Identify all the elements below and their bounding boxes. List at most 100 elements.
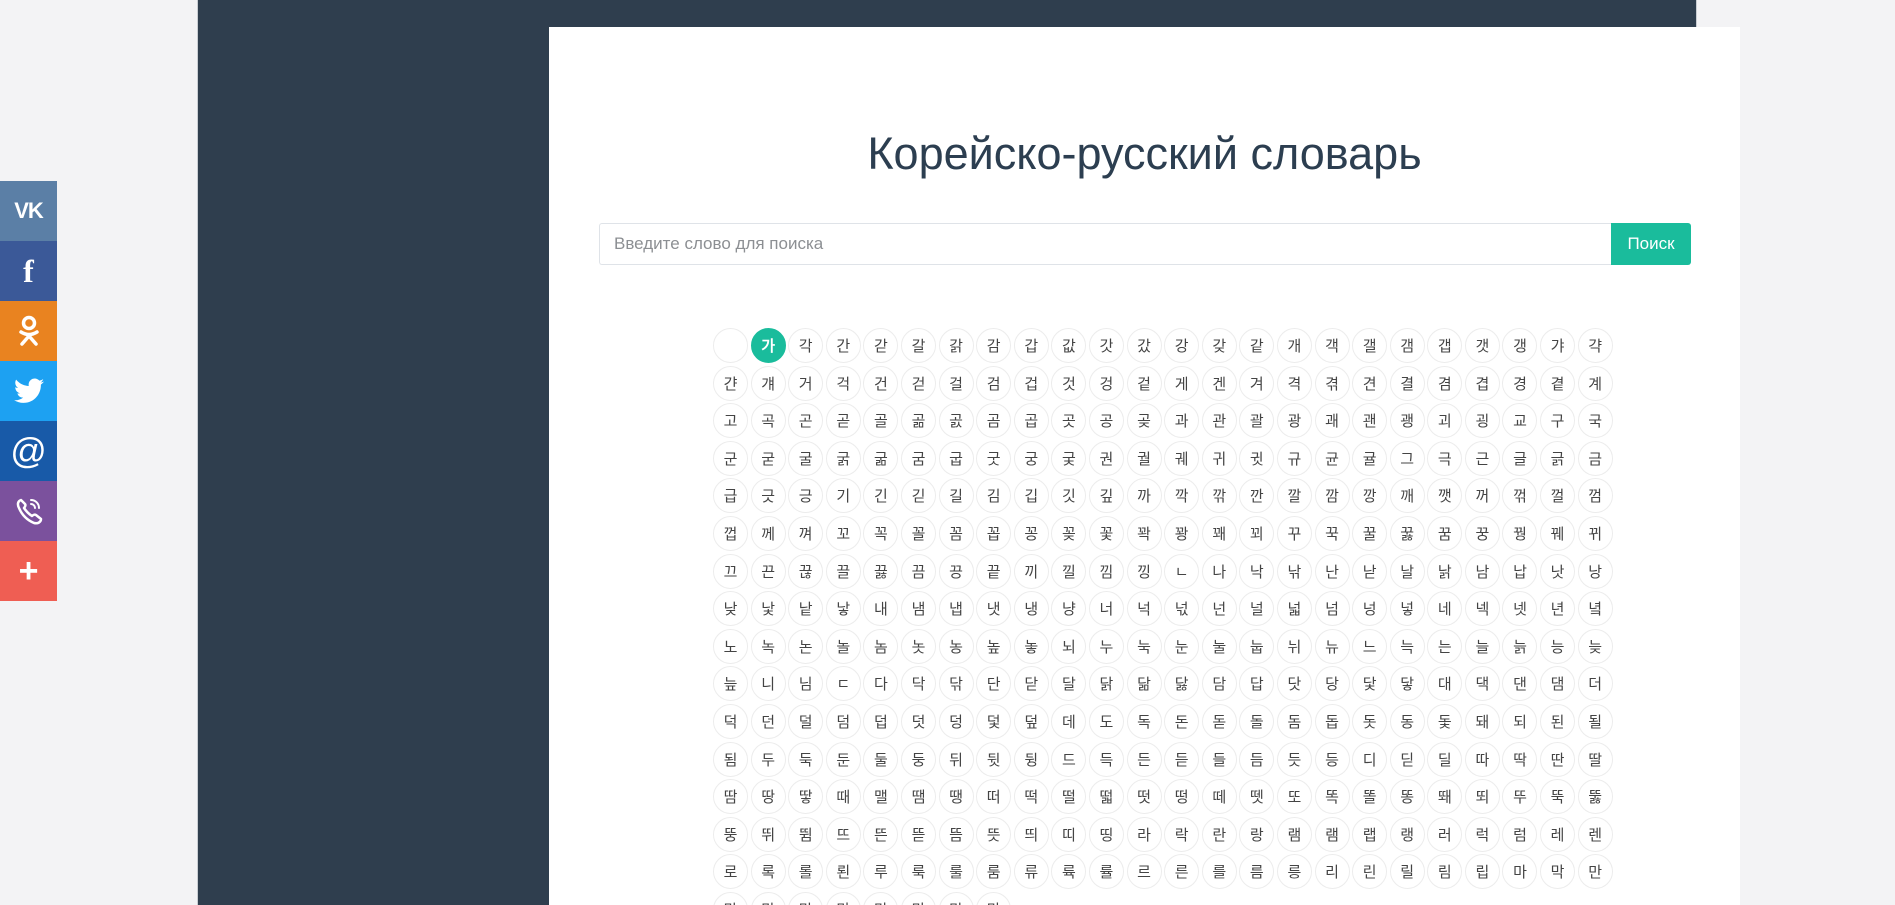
syllable-link[interactable]: 갱 xyxy=(1502,328,1538,363)
syllable-link[interactable]: 디 xyxy=(1352,741,1388,777)
syllable-link[interactable]: 또 xyxy=(1276,779,1312,815)
syllable-link[interactable]: 돛 xyxy=(1427,703,1463,739)
syllable-link[interactable]: 굳 xyxy=(750,440,786,476)
syllable-link[interactable]: 경 xyxy=(1502,365,1538,401)
syllable-link[interactable]: 관 xyxy=(1201,403,1237,439)
syllable-link[interactable]: 껍 xyxy=(713,515,748,551)
syllable-link[interactable]: 괜 xyxy=(1352,403,1388,439)
syllable-link[interactable]: 동 xyxy=(1389,703,1425,739)
syllable-link[interactable]: 막 xyxy=(1540,854,1576,890)
syllable-link[interactable]: 걸 xyxy=(938,365,974,401)
syllable-link[interactable]: 겅 xyxy=(1088,365,1124,401)
syllable-link[interactable]: 곬 xyxy=(938,403,974,439)
syllable-link[interactable]: 갖 xyxy=(1201,328,1237,363)
syllable-link[interactable]: 곧 xyxy=(825,403,861,439)
syllable-link[interactable]: 겨 xyxy=(1239,365,1275,401)
syllable-link[interactable]: 강 xyxy=(1164,328,1200,363)
syllable-link[interactable]: 근 xyxy=(1464,440,1500,476)
syllable-link[interactable]: 납 xyxy=(1502,553,1538,589)
syllable-link[interactable]: 뗏 xyxy=(1239,779,1275,815)
syllable-link[interactable]: 똑 xyxy=(1314,779,1350,815)
syllable-link[interactable]: 눅 xyxy=(1126,628,1162,664)
syllable-link[interactable]: 갬 xyxy=(1389,328,1425,363)
syllable-link[interactable]: 닿 xyxy=(1389,666,1425,702)
syllable-link[interactable]: 댁 xyxy=(1464,666,1500,702)
syllable-link[interactable]: 뚜 xyxy=(1502,779,1538,815)
syllable-link[interactable]: 겸 xyxy=(1427,365,1463,401)
syllable-link[interactable]: ㄷ xyxy=(825,666,861,702)
syllable-link[interactable]: 넝 xyxy=(1352,591,1388,627)
syllable-link[interactable]: 낳 xyxy=(825,591,861,627)
syllable-link[interactable]: 괭 xyxy=(1389,403,1425,439)
syllable-link[interactable]: 규 xyxy=(1276,440,1312,476)
syllable-link[interactable]: 돼 xyxy=(1464,703,1500,739)
syllable-link[interactable]: 똥 xyxy=(1389,779,1425,815)
syllable-link[interactable]: 레 xyxy=(1540,816,1576,852)
syllable-link[interactable]: 각 xyxy=(788,328,824,363)
syllable-link[interactable]: 꽂 xyxy=(1051,515,1087,551)
syllable-link[interactable]: 깎 xyxy=(1201,478,1237,514)
syllable-link[interactable]: 기 xyxy=(825,478,861,514)
syllable-link[interactable]: 단 xyxy=(976,666,1012,702)
search-input[interactable] xyxy=(599,223,1611,265)
syllable-link[interactable]: 말 xyxy=(750,891,786,905)
syllable-link[interactable]: 끊 xyxy=(788,553,824,589)
syllable-link[interactable]: 될 xyxy=(1577,703,1613,739)
syllable-link[interactable]: 뛰 xyxy=(750,816,786,852)
syllable-link[interactable]: 내 xyxy=(863,591,899,627)
syllable-link[interactable]: 덮 xyxy=(1013,703,1049,739)
syllable-link[interactable]: 망 xyxy=(900,891,936,905)
syllable-link[interactable]: 끈 xyxy=(750,553,786,589)
syllable-link[interactable]: 꽉 xyxy=(1126,515,1162,551)
share-button-odnoklassniki[interactable] xyxy=(0,301,57,361)
syllable-link[interactable]: 넷 xyxy=(1502,591,1538,627)
syllable-link[interactable]: 곪 xyxy=(900,403,936,439)
syllable-link[interactable]: 등 xyxy=(1314,741,1350,777)
syllable-link[interactable]: 떡 xyxy=(1013,779,1049,815)
syllable-link[interactable]: 떵 xyxy=(1164,779,1200,815)
syllable-link[interactable]: 넉 xyxy=(1126,591,1162,627)
search-button[interactable]: Поиск xyxy=(1611,223,1691,265)
syllable-link[interactable]: 뢴 xyxy=(825,854,861,890)
syllable-link[interactable]: 과 xyxy=(1164,403,1200,439)
syllable-link[interactable]: 릉 xyxy=(1276,854,1312,890)
syllable-link[interactable]: 랑 xyxy=(1239,816,1275,852)
syllable-link[interactable]: 놀 xyxy=(825,628,861,664)
syllable-link[interactable]: 딜 xyxy=(1427,741,1463,777)
share-button-mail[interactable]: @ xyxy=(0,421,57,481)
syllable-link[interactable]: 냅 xyxy=(938,591,974,627)
syllable-link[interactable]: 꿩 xyxy=(1502,515,1538,551)
syllable-link[interactable]: 닮 xyxy=(1126,666,1162,702)
syllable-link[interactable]: 건 xyxy=(863,365,899,401)
syllable-link[interactable]: 닻 xyxy=(1352,666,1388,702)
syllable-link[interactable]: 곶 xyxy=(1126,403,1162,439)
syllable-link[interactable]: 눈 xyxy=(1164,628,1200,664)
syllable-link[interactable]: 뜨 xyxy=(825,816,861,852)
syllable-link[interactable]: 낙 xyxy=(1239,553,1275,589)
syllable-link[interactable]: 교 xyxy=(1502,403,1538,439)
syllable-link[interactable]: 굽 xyxy=(938,440,974,476)
syllable-link[interactable]: 껴 xyxy=(788,515,824,551)
syllable-link[interactable]: 냉 xyxy=(1013,591,1049,627)
syllable-link[interactable]: 깔 xyxy=(1276,478,1312,514)
syllable-link[interactable]: 균 xyxy=(1314,440,1350,476)
syllable-link[interactable]: 당 xyxy=(1314,666,1350,702)
syllable-link[interactable]: 뜻 xyxy=(976,816,1012,852)
syllable-link[interactable]: 뒤 xyxy=(938,741,974,777)
syllable-link[interactable]: 니 xyxy=(750,666,786,702)
syllable-link[interactable]: 누 xyxy=(1088,628,1124,664)
syllable-link[interactable]: 땡 xyxy=(938,779,974,815)
syllable-link[interactable]: 높 xyxy=(976,628,1012,664)
syllable-link[interactable]: 담 xyxy=(1201,666,1237,702)
syllable-link[interactable] xyxy=(713,328,748,363)
syllable-link[interactable]: 긷 xyxy=(900,478,936,514)
syllable-link[interactable]: 곱 xyxy=(1013,403,1049,439)
syllable-link[interactable]: 된 xyxy=(1540,703,1576,739)
syllable-link[interactable]: 괴 xyxy=(1427,403,1463,439)
share-button-more[interactable]: + xyxy=(0,541,57,601)
syllable-link[interactable]: 댐 xyxy=(1540,666,1576,702)
syllable-link[interactable]: 더 xyxy=(1577,666,1613,702)
syllable-link[interactable]: 늙 xyxy=(1502,628,1538,664)
syllable-link[interactable]: 길 xyxy=(938,478,974,514)
syllable-link[interactable]: 냇 xyxy=(976,591,1012,627)
